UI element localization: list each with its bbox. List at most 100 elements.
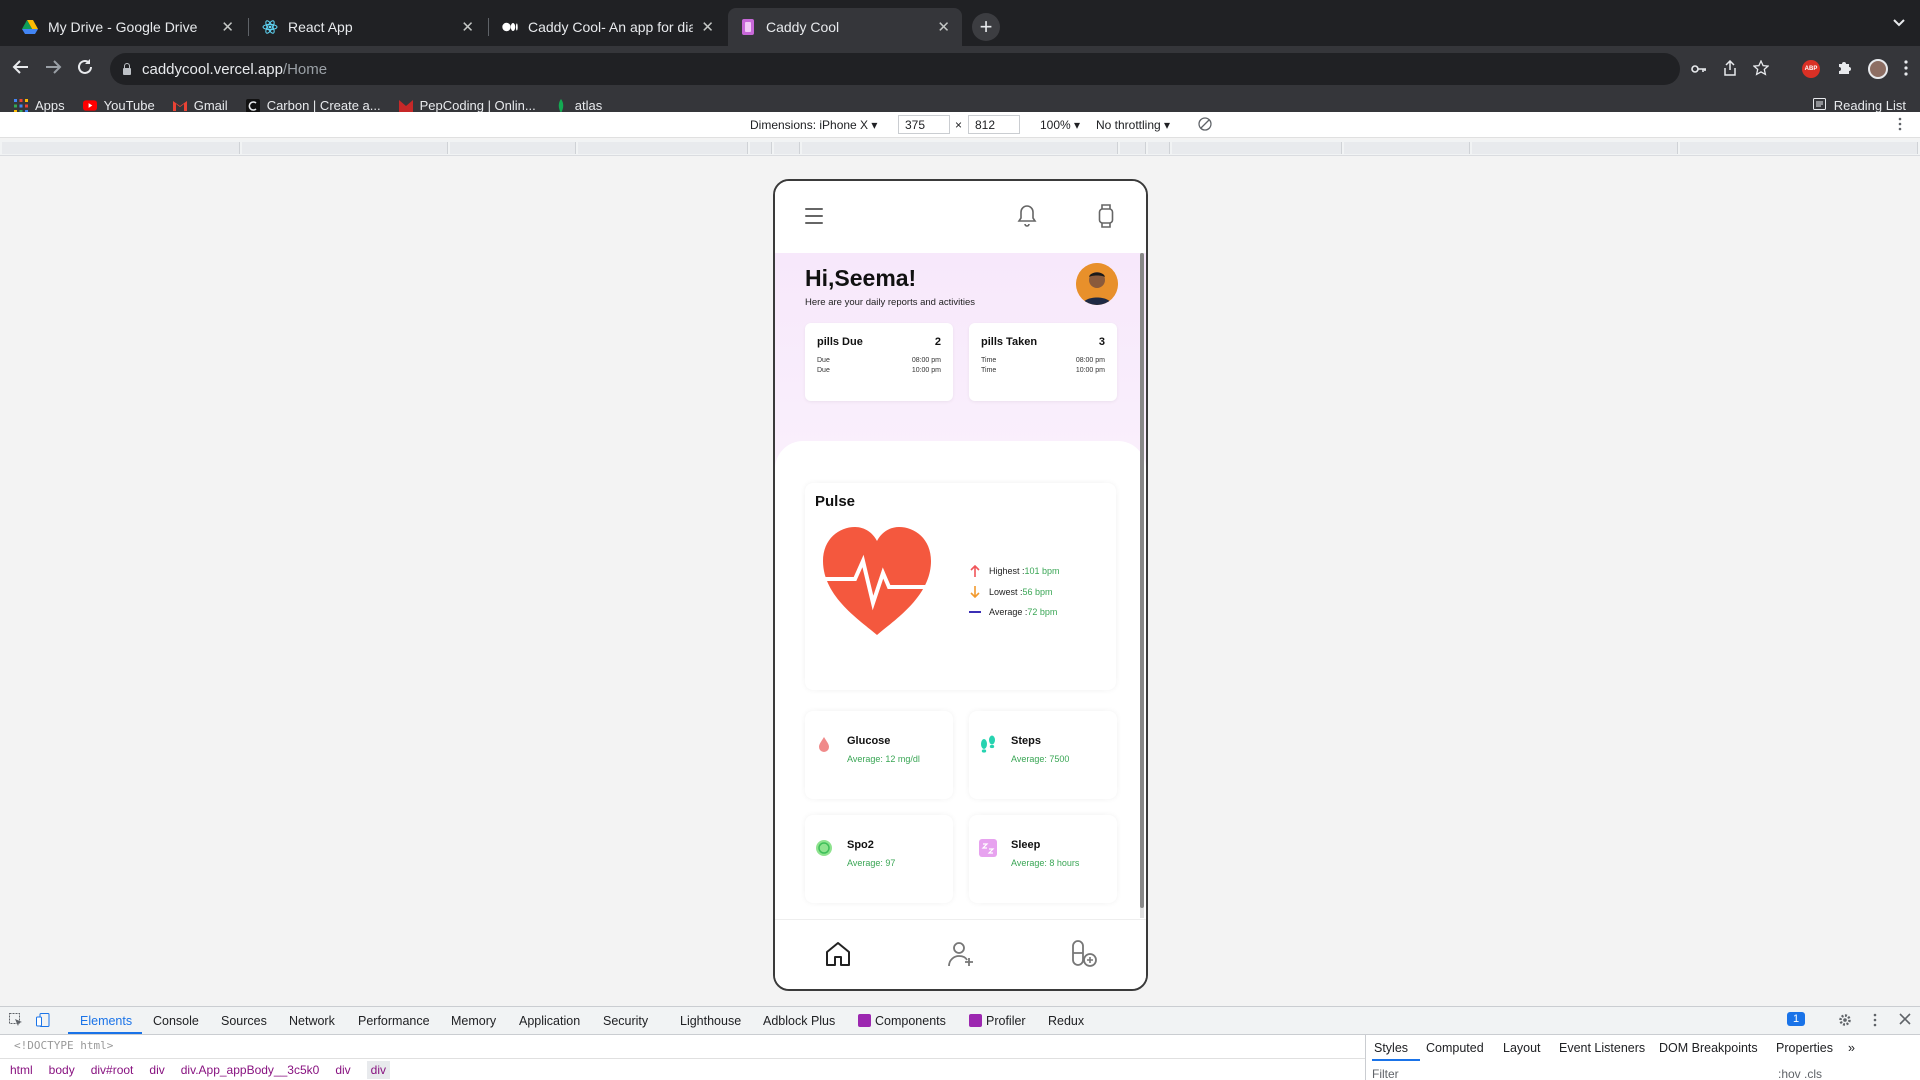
devtools-tab-redux[interactable]: Redux [1048,1014,1084,1028]
hov-cls-toggles[interactable]: :hov .cls [1778,1067,1822,1080]
home-icon[interactable] [823,939,853,969]
breadcrumb-item-selected[interactable]: div [366,1061,390,1079]
bookmark-atlas[interactable]: atlas [554,98,602,113]
key-icon[interactable] [1691,61,1707,77]
tab-caddy-cool[interactable]: Caddy Cool ✕ [728,8,962,46]
address-bar[interactable]: caddycool.vercel.app/Home [110,53,1680,85]
devtools-tab-components[interactable]: Components [858,1014,946,1028]
styles-tab[interactable]: Styles [1374,1041,1408,1055]
devtools-tab-bar: Elements Console Sources Network Perform… [0,1007,1920,1035]
smartwatch-icon[interactable] [1098,204,1114,233]
bookmark-gmail[interactable]: Gmail [172,98,228,113]
devtools-tab-profiler[interactable]: Profiler [969,1014,1026,1028]
sleep-card[interactable]: Sleep Average: 8 hours [969,815,1117,903]
forward-arrow-icon[interactable] [44,58,62,81]
settings-gear-icon[interactable] [1838,1013,1852,1030]
adblock-plus-icon[interactable]: ABP [1802,60,1820,78]
breadcrumb-item[interactable]: div#root [91,1063,134,1077]
dom-breakpoints-tab[interactable]: DOM Breakpoints [1659,1041,1758,1055]
reload-icon[interactable] [76,58,94,81]
computed-tab[interactable]: Computed [1426,1041,1484,1055]
bookmark-pepcoding[interactable]: PepCoding | Onlin... [398,98,536,113]
arrow-down-icon [968,585,982,598]
styles-filter-input[interactable]: Filter [1372,1067,1399,1080]
bell-icon[interactable] [1017,204,1037,233]
tab-search-chevron-icon[interactable] [1892,15,1906,32]
metric-value: Average: 7500 [1011,754,1070,764]
breadcrumb-item[interactable]: div.App_appBody__3c5k0 [181,1063,320,1077]
tab-react-app[interactable]: React App ✕ [250,8,486,46]
tab-title: React App [288,19,353,35]
close-tab-icon[interactable]: ✕ [221,18,234,36]
bookmark-carbon[interactable]: Carbon | Create a... [245,98,381,113]
glucose-card[interactable]: Glucose Average: 12 mg/dl [805,711,953,799]
dimensions-select[interactable]: Dimensions: iPhone X ▾ [750,118,877,132]
add-user-icon[interactable] [946,939,976,969]
devtools-tab-network[interactable]: Network [289,1014,335,1028]
close-tab-icon[interactable]: ✕ [461,18,474,36]
width-input[interactable]: 375 [898,115,950,134]
dom-breadcrumbs: html body div#root div div.App_appBody__… [0,1058,1365,1080]
browser-toolbar: caddycool.vercel.app/Home ABP [0,46,1920,92]
tab-google-drive[interactable]: My Drive - Google Drive ✕ [10,8,246,46]
devtools-tab-performance[interactable]: Performance [358,1014,430,1028]
breadcrumb-item[interactable]: div [149,1063,164,1077]
new-tab-button[interactable]: + [972,13,1000,41]
properties-tab[interactable]: Properties [1776,1041,1833,1055]
rotate-icon[interactable] [1198,117,1212,134]
device-options-icon[interactable] [1898,117,1902,134]
devtools-tab-elements[interactable]: Elements [80,1014,132,1028]
pills-due-card[interactable]: pills Due 2 Due 08:00 pm Due 10:00 pm [805,323,953,401]
height-input[interactable]: 812 [968,115,1020,134]
devtools-menu-icon[interactable] [1873,1013,1877,1030]
close-tab-icon[interactable]: ✕ [701,18,714,36]
layout-tab[interactable]: Layout [1503,1041,1541,1055]
bookmark-youtube[interactable]: YouTube [82,98,155,113]
doctype-node[interactable]: <!DOCTYPE html> [14,1039,113,1052]
event-listeners-tab[interactable]: Event Listeners [1559,1041,1645,1055]
devtools-tab-console[interactable]: Console [153,1014,199,1028]
user-avatar[interactable] [1076,263,1118,305]
add-pill-icon[interactable] [1068,939,1098,969]
reading-list[interactable]: Reading List [1812,98,1906,113]
device-toggle-icon[interactable] [36,1013,50,1030]
back-arrow-icon[interactable] [12,58,30,81]
greeting-title: Hi,Seema! [805,265,917,291]
issues-badge[interactable]: 1 [1787,1012,1806,1026]
pills-taken-card[interactable]: pills Taken 3 Time 08:00 pm Time 10:00 pm [969,323,1117,401]
breadcrumb-item[interactable]: html [10,1063,33,1077]
more-tabs-chevron-icon[interactable]: » [1848,1041,1855,1055]
kebab-menu-icon[interactable] [1904,59,1908,79]
media-query-ruler[interactable] [0,140,1920,156]
reading-list-label: Reading List [1833,98,1906,113]
inspect-element-icon[interactable] [9,1013,23,1030]
ruler-segment [1472,142,1678,154]
close-tab-icon[interactable]: ✕ [937,18,950,36]
breadcrumb-item[interactable]: body [49,1063,75,1077]
devtools-tab-memory[interactable]: Memory [451,1014,496,1028]
bookmark-apps[interactable]: Apps [14,98,65,113]
zoom-select[interactable]: 100% ▾ [1040,118,1080,132]
bookmark-star-icon[interactable] [1752,58,1770,79]
devtools-tab-lighthouse[interactable]: Lighthouse [680,1014,741,1028]
share-icon[interactable] [1723,59,1737,79]
profile-avatar[interactable] [1868,59,1888,79]
breadcrumb-item[interactable]: div [335,1063,350,1077]
spo2-card[interactable]: Spo2 Average: 97 [805,815,953,903]
footsteps-icon [981,735,995,753]
scrollbar-thumb[interactable] [1140,253,1144,908]
bottom-navigation [775,919,1146,989]
devtools-tab-security[interactable]: Security [603,1014,648,1028]
hamburger-menu-icon[interactable] [805,208,823,229]
devtools-tab-application[interactable]: Application [519,1014,580,1028]
tab-caddy-cool-article[interactable]: Caddy Cool- An app for diabet ✕ [490,8,726,46]
throttling-select[interactable]: No throttling ▾ [1096,118,1170,132]
close-devtools-icon[interactable] [1899,1013,1911,1028]
extensions-puzzle-icon[interactable] [1836,60,1852,79]
device-toolbar: Dimensions: iPhone X ▾ 375 × 812 100% ▾ … [0,112,1920,138]
pulse-card[interactable]: Pulse Highest :101 bpm Lowest :56 bpm Av… [805,483,1116,690]
devtools-tab-adblock-plus[interactable]: Adblock Plus [763,1014,835,1028]
devtools-tab-sources[interactable]: Sources [221,1014,267,1028]
viewport-scrollbar[interactable] [1140,253,1144,918]
steps-card[interactable]: Steps Average: 7500 [969,711,1117,799]
